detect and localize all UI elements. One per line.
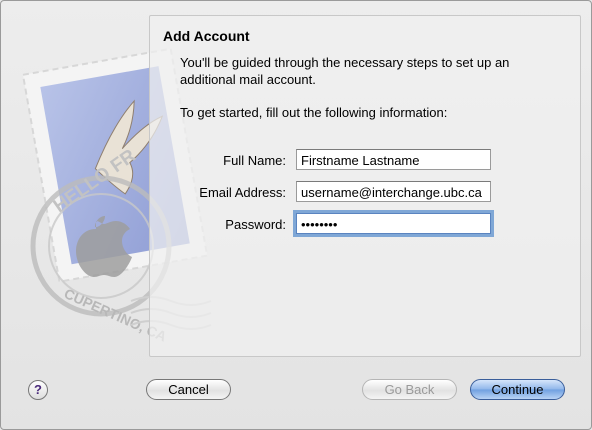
cancel-button[interactable]: Cancel xyxy=(146,379,231,400)
full-name-field[interactable]: Firstname Lastname xyxy=(296,149,491,170)
dialog-title: Add Account xyxy=(163,28,250,44)
password-field[interactable]: •••••••• xyxy=(296,213,491,234)
go-back-button[interactable]: Go Back xyxy=(362,379,457,400)
instruction-text: To get started, fill out the following i… xyxy=(180,105,448,120)
email-address-field[interactable]: username@interchange.ubc.ca xyxy=(296,181,491,202)
add-account-dialog: HELLO FR CUPERTINO, CA Add Account You'l… xyxy=(0,0,592,430)
email-address-label: Email Address: xyxy=(199,185,286,200)
full-name-label: Full Name: xyxy=(223,153,286,168)
help-button[interactable]: ? xyxy=(28,380,48,400)
continue-button[interactable]: Continue xyxy=(470,379,565,400)
intro-text: You'll be guided through the necessary s… xyxy=(180,55,510,87)
password-label: Password: xyxy=(225,217,286,232)
